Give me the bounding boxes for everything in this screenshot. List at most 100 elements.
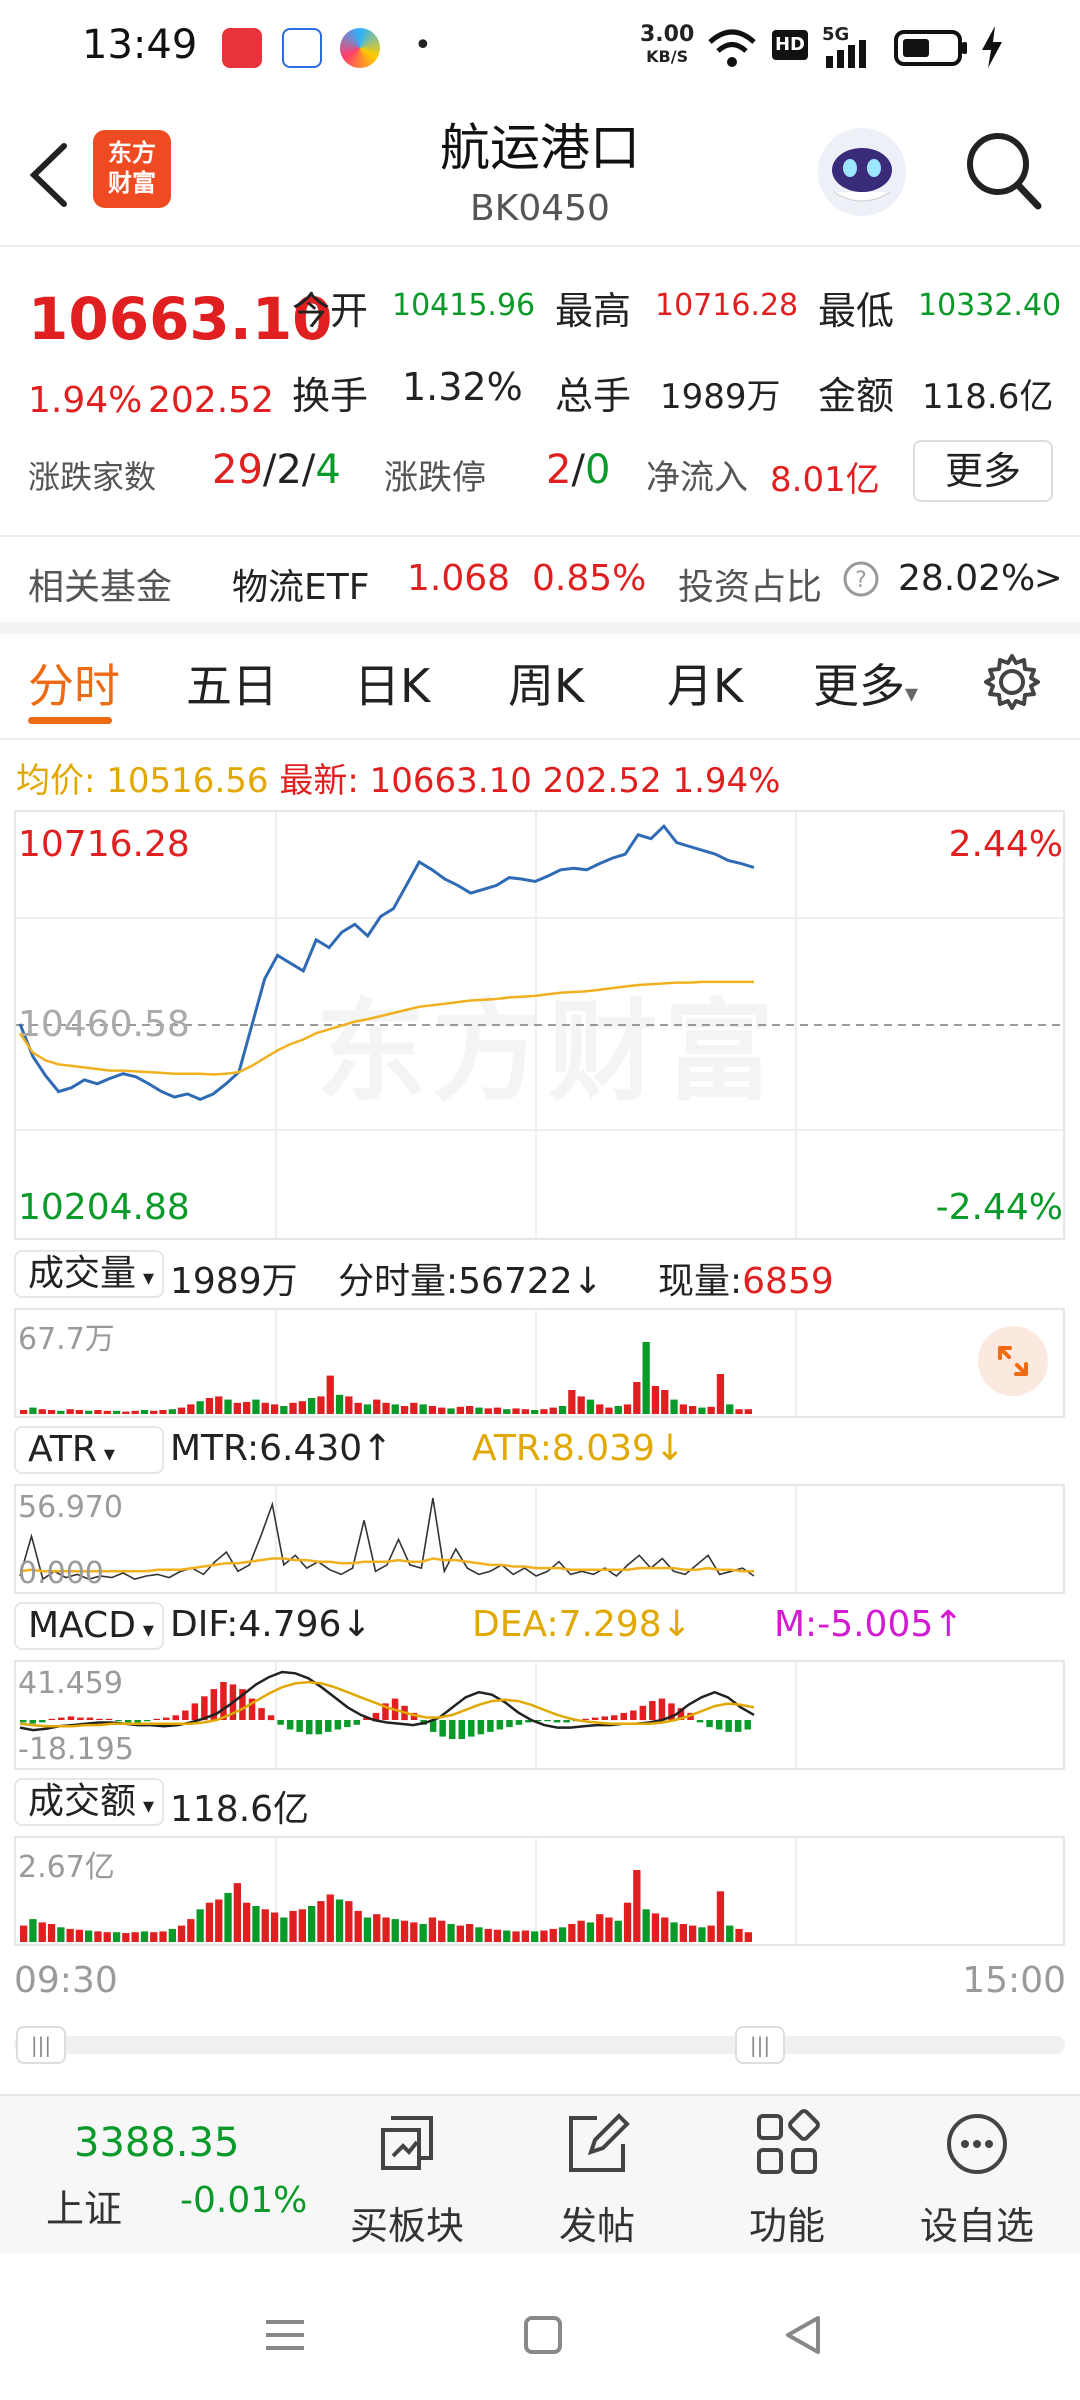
nav-buy-block-label: 买板块 [349, 2204, 464, 2248]
robot-avatar-icon[interactable] [812, 122, 912, 222]
bar [484, 1928, 492, 1942]
bar [233, 1883, 241, 1942]
dea-arrow: ↓ [661, 1604, 692, 1645]
macd-bar [487, 1720, 494, 1732]
macd-bar [325, 1720, 332, 1732]
tab-monthly-k[interactable]: 月K [667, 650, 743, 716]
bar [438, 1920, 446, 1942]
macd-bar [267, 1715, 275, 1721]
nav-buy-block[interactable]: 买板块 [312, 2098, 502, 2248]
bar [177, 1407, 186, 1414]
ratio-label: 投资占比 [678, 567, 823, 608]
macd-bar [553, 1720, 561, 1723]
bar [345, 1901, 353, 1942]
bar [558, 1406, 567, 1414]
macd-bar [124, 1720, 132, 1723]
bar [642, 1342, 650, 1414]
dea-readout: DEA:7.298↓ [472, 1604, 692, 1645]
macd-bar [458, 1720, 465, 1739]
bar [614, 1406, 622, 1414]
index-ticker[interactable]: 3388.35 上证 -0.01% [0, 2094, 320, 2254]
macd-bar [734, 1720, 742, 1732]
macd-bar [582, 1718, 589, 1720]
nav-post[interactable]: 发帖 [502, 2098, 692, 2248]
macd-bar [620, 1712, 627, 1720]
macd-bar [306, 1720, 313, 1735]
macd-bar [143, 1720, 151, 1722]
nav-functions[interactable]: 功能 [692, 2098, 882, 2248]
dea-label: DEA: [472, 1604, 559, 1645]
bar [289, 1910, 297, 1942]
bar [596, 1404, 604, 1414]
volume-selector[interactable]: 成交量 ▾ [14, 1250, 164, 1298]
tab-weekly-k[interactable]: 周K [508, 650, 584, 716]
bar [493, 1929, 502, 1942]
fund-label: 相关基金 [28, 567, 173, 608]
avg-label: 均价: [16, 761, 96, 801]
back-triangle-icon[interactable] [778, 2310, 828, 2360]
bar [633, 1382, 641, 1414]
gear-icon[interactable] [982, 652, 1042, 712]
bar [335, 1899, 344, 1942]
price-chart-pane[interactable]: 东方财富 10716.28 10460.58 10204.88 2.44% -2… [14, 810, 1065, 1240]
active-tab-underline [28, 717, 112, 724]
bar [540, 1930, 548, 1942]
bar [568, 1390, 576, 1414]
range-track[interactable] [14, 2036, 1065, 2054]
search-icon[interactable] [964, 128, 1044, 212]
home-square-icon[interactable] [518, 2310, 568, 2360]
amount-selector[interactable]: 成交额 ▾ [14, 1778, 164, 1826]
slash: / [262, 447, 277, 493]
page-title: 航运港口 [440, 119, 640, 177]
time-start: 09:30 [14, 1960, 118, 2001]
fund-name[interactable]: 物流ETF [232, 558, 369, 610]
question-circle-icon[interactable]: ? [842, 560, 880, 598]
bar [159, 1931, 167, 1942]
nav-add-watchlist[interactable]: 设自选 [882, 2098, 1072, 2248]
current-volume-value: 6859 [742, 1261, 834, 1302]
net-speed: 3.00 KB/S [640, 24, 694, 68]
macd-bar [639, 1705, 647, 1721]
tab-five-day[interactable]: 五日 [186, 650, 278, 716]
range-handle-right[interactable]: ||| [735, 2026, 785, 2064]
bar [605, 1407, 613, 1414]
more-button[interactable]: 更多 [913, 440, 1053, 502]
board-code: BK0450 [470, 188, 610, 229]
range-handle-left[interactable]: ||| [16, 2026, 66, 2064]
bar [475, 1927, 483, 1942]
macd-bar [296, 1720, 303, 1732]
atr-readout: ATR:8.039↓ [472, 1428, 685, 1469]
bar [205, 1398, 214, 1414]
expand-icon[interactable] [976, 1324, 1050, 1398]
bar [57, 1410, 65, 1414]
fund-arrow[interactable]: > [1034, 558, 1063, 598]
bar [94, 1410, 102, 1414]
bar [400, 1920, 409, 1942]
bar [586, 1399, 595, 1414]
macd-bar [182, 1710, 189, 1720]
macd-bar [115, 1720, 122, 1722]
section-gap [0, 622, 1080, 634]
nav-add-watchlist-label: 设自选 [919, 2204, 1034, 2248]
tab-intraday[interactable]: 分时 [28, 650, 120, 716]
tab-daily-k[interactable]: 日K [354, 650, 430, 716]
fund-price: 1.068 [407, 558, 511, 599]
macd-bar [649, 1701, 656, 1720]
atr-selector[interactable]: ATR ▾ [14, 1426, 164, 1474]
bar [549, 1407, 557, 1414]
fund-pct: 0.85% [532, 558, 647, 599]
bar [651, 1386, 660, 1414]
menu-icon[interactable] [260, 2310, 310, 2360]
bar [131, 1932, 139, 1942]
index-name: 上证 [46, 2187, 123, 2231]
bar [29, 1919, 37, 1942]
bar [298, 1401, 306, 1414]
macd-bar [67, 1716, 75, 1720]
bar [726, 1925, 734, 1942]
apps-grid-icon [757, 2109, 820, 2174]
bar [85, 1410, 93, 1414]
tab-more[interactable]: 更多▾ [813, 650, 918, 716]
macd-selector[interactable]: MACD ▾ [14, 1602, 164, 1650]
bar [373, 1399, 381, 1414]
latest-pct: 1.94% [672, 761, 781, 801]
